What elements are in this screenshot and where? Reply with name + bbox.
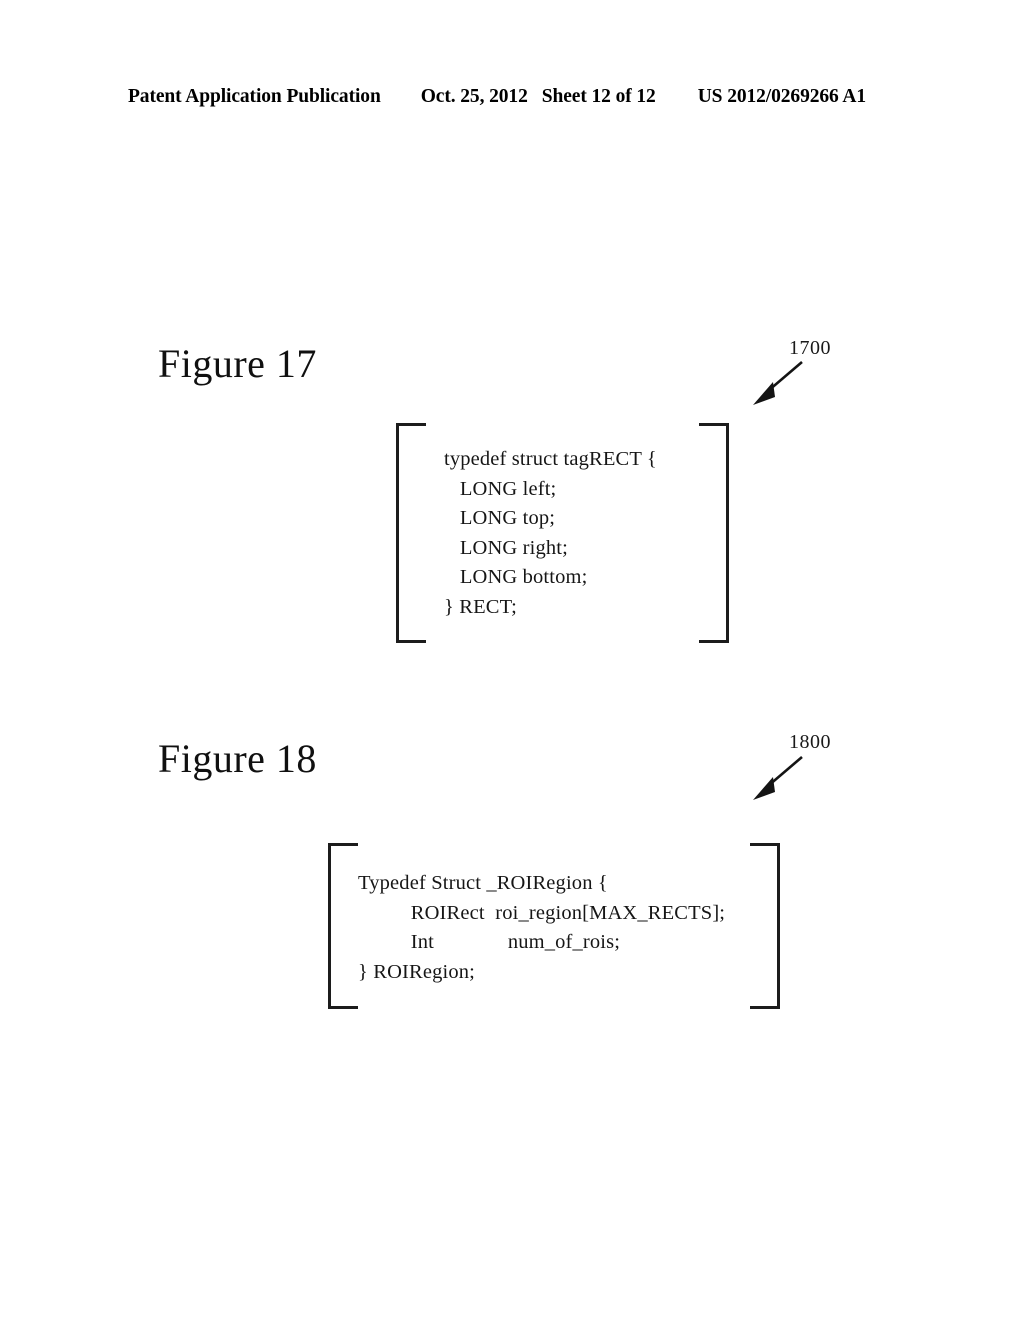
page-header: Patent Application Publication Oct. 25, … (128, 86, 890, 112)
code-line: } ROIRegion; (358, 960, 475, 983)
code-line: } RECT; (444, 595, 517, 618)
figure-18-code-box: Typedef Struct _ROIRegion { ROIRect roi_… (328, 843, 780, 1009)
figure-17-leader-arrow-icon (745, 350, 835, 410)
header-publication-label: Patent Application Publication (128, 86, 381, 107)
code-line: Typedef Struct _ROIRegion { (358, 872, 608, 894)
figure-18-code-lines: Typedef Struct _ROIRegion { ROIRect roi_… (328, 843, 780, 1009)
figure-17-code-box: typedef struct tagRECT { LONG left; LONG… (396, 423, 729, 643)
header-patent-number: US 2012/0269266 A1 (697, 86, 867, 107)
code-line: LONG top; (444, 507, 556, 529)
code-line: LONG left; (444, 477, 557, 500)
code-line: LONG right; (444, 536, 568, 559)
figure-17-code-lines: typedef struct tagRECT { LONG left; LONG… (396, 423, 729, 643)
figure-18-title: Figure 18 (158, 736, 317, 781)
figure-18-leader-arrow-icon (745, 745, 835, 805)
figure-17-title: Figure 17 (158, 341, 317, 386)
code-line: typedef struct tagRECT { (444, 448, 657, 470)
code-line: ROIRect roi_region[MAX_RECTS]; (358, 901, 726, 924)
header-date-label: Oct. 25, 2012 (420, 86, 528, 107)
code-line: LONG bottom; (444, 566, 588, 588)
header-sheet-label: Sheet 12 of 12 (541, 86, 656, 107)
code-line: Int num_of_rois; (358, 931, 621, 953)
